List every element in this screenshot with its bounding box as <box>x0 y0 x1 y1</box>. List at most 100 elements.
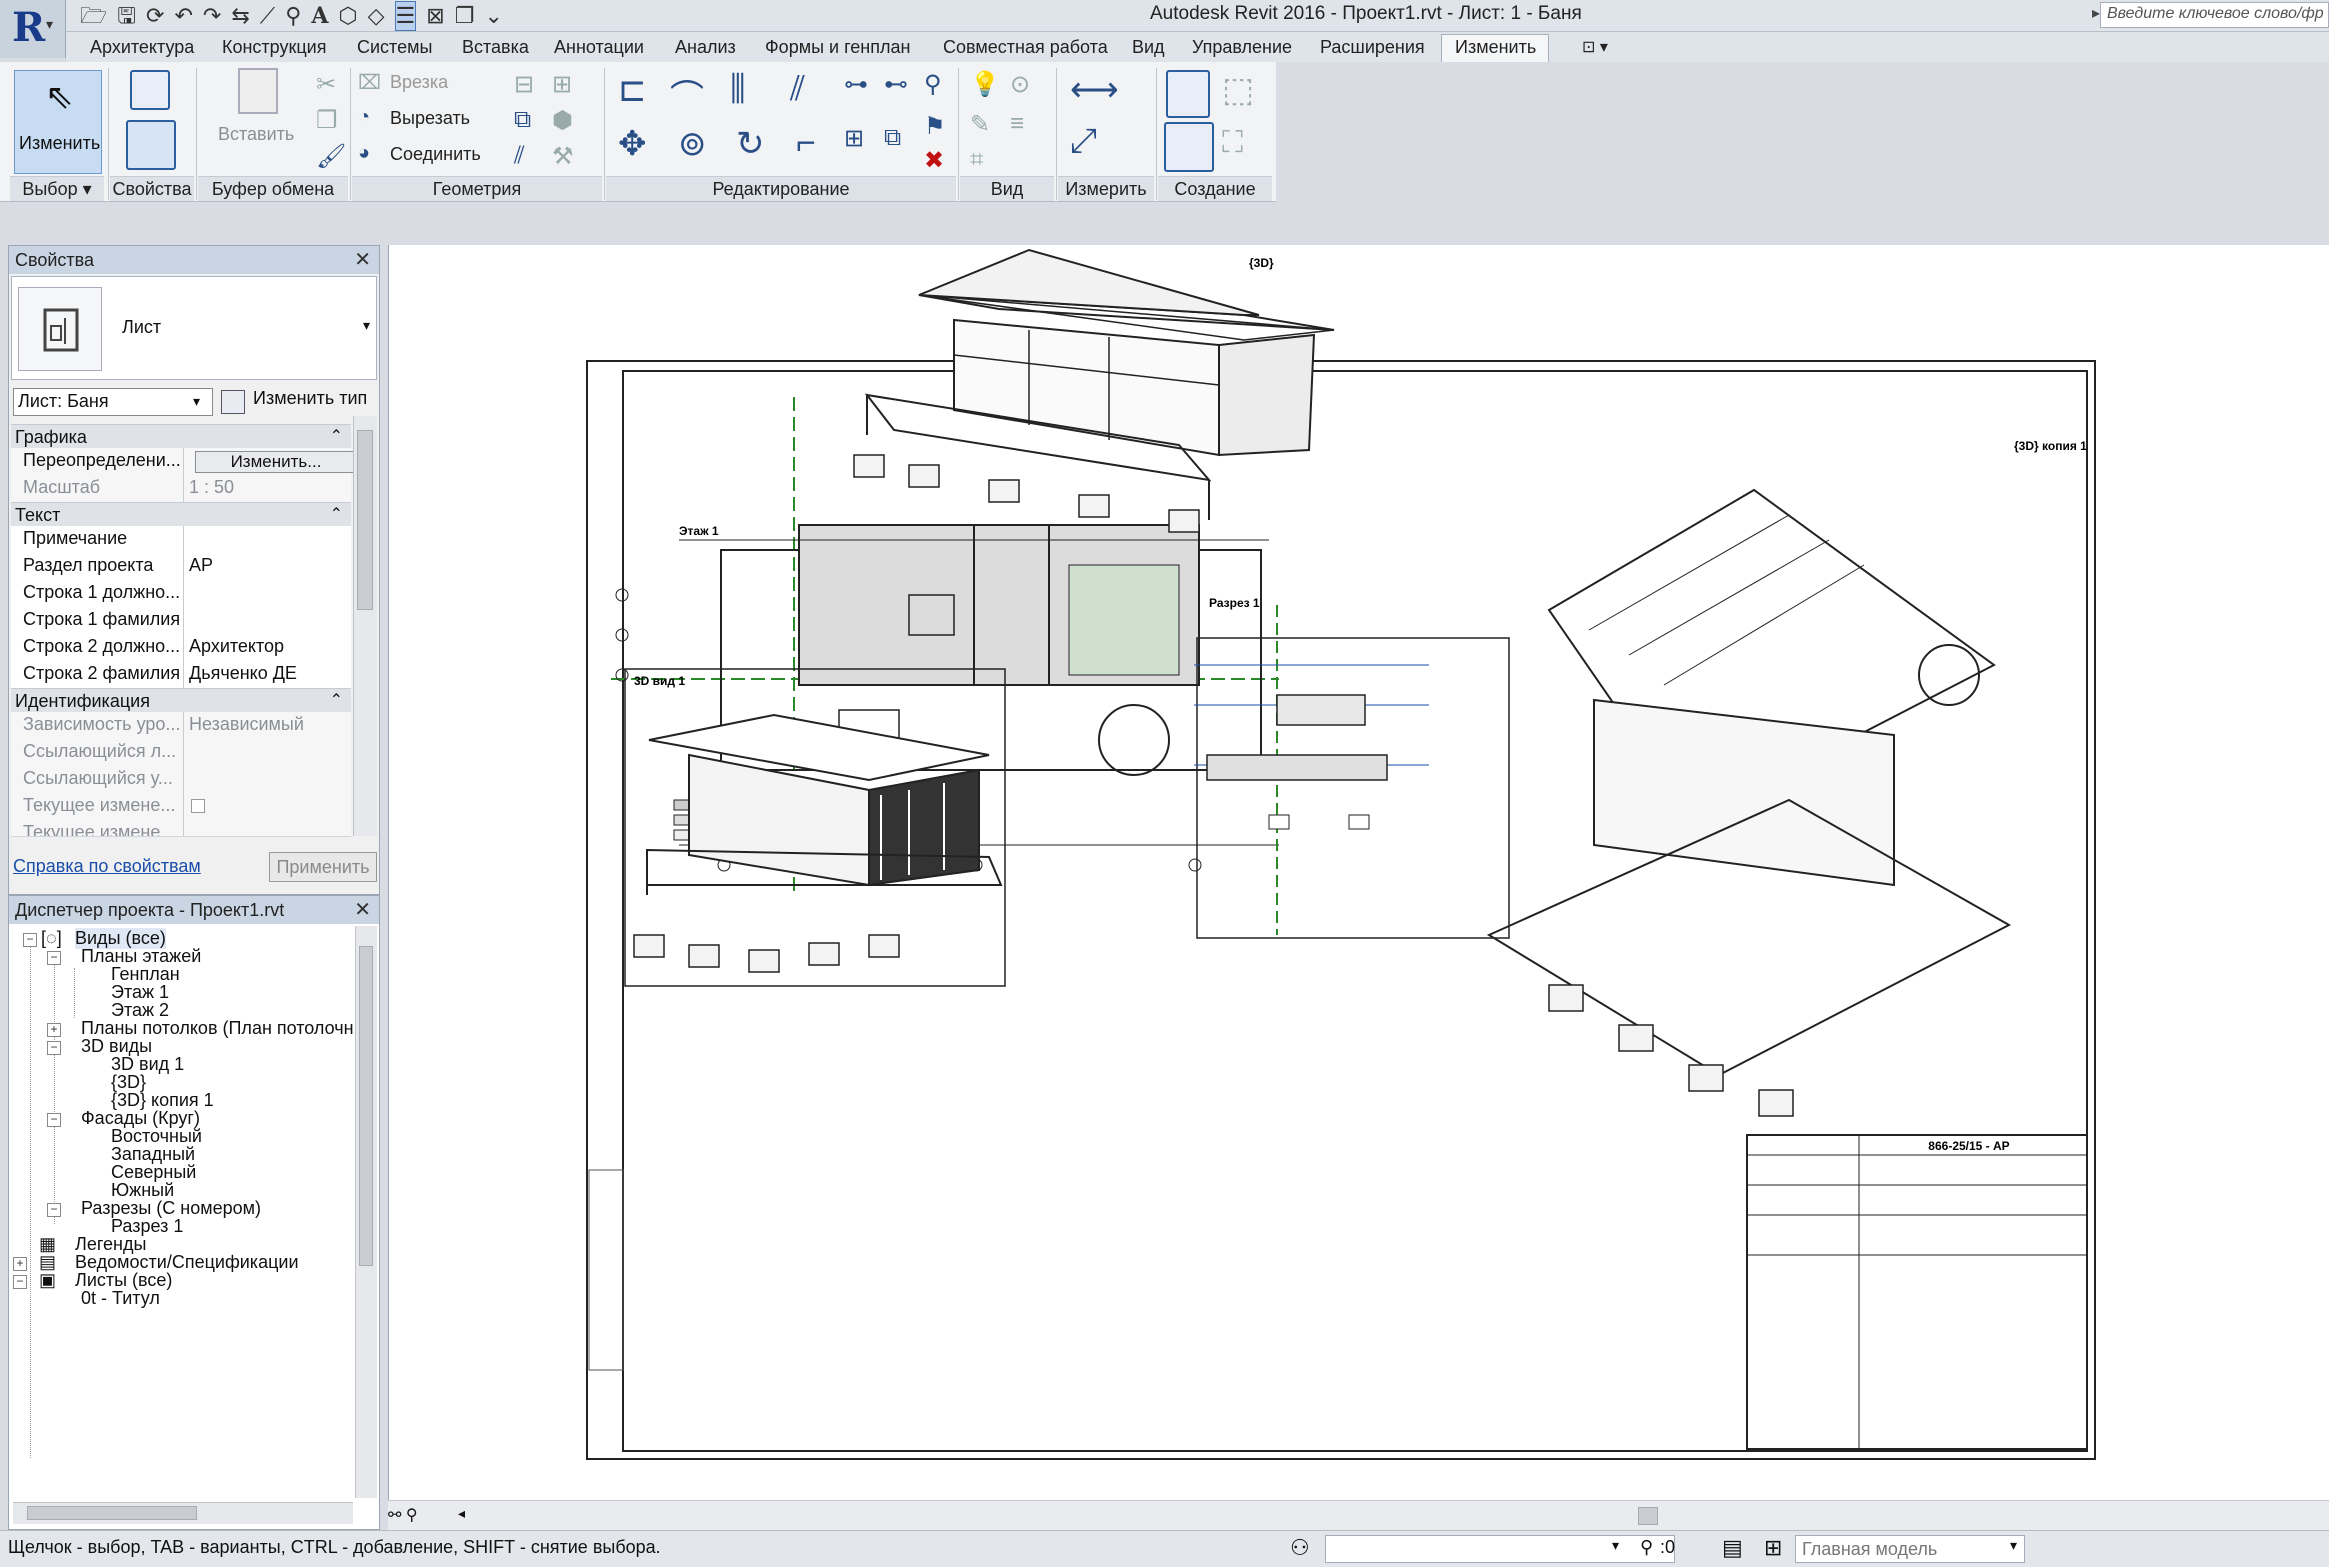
editable-only-icon[interactable]: ▤ <box>1722 1535 1743 1561</box>
paste-icon[interactable] <box>238 68 278 114</box>
sheet-drawing[interactable]: Этаж 1 {3D} {3D} копия 1 Разрез 1 3D вид… <box>389 245 2329 1500</box>
tab-massing-site[interactable]: Формы и генплан <box>765 37 910 58</box>
tab-addins[interactable]: Расширения <box>1320 37 1425 58</box>
line-pattern-icon[interactable]: ≡ <box>1010 110 1024 138</box>
chevron-down-icon[interactable]: ▾ <box>193 393 200 410</box>
wall-joins-icon[interactable]: ⊟ <box>514 70 534 99</box>
close-icon[interactable]: ✕ <box>354 896 371 924</box>
chevron-down-icon[interactable]: ▾ <box>1612 1537 1619 1554</box>
property-value[interactable]: Архитектор <box>189 636 349 657</box>
dimension-icon[interactable]: ⟋ <box>260 2 275 30</box>
panel-select-label[interactable]: Выбор ▾ <box>10 176 104 201</box>
edit-type-icon[interactable] <box>221 390 245 414</box>
modify-button[interactable]: ⇖ Изменить <box>14 70 102 174</box>
hammer-icon[interactable]: ⚒ <box>552 142 574 171</box>
chevron-down-icon[interactable]: ▾ <box>363 317 370 334</box>
join-button[interactable]: Соединить <box>390 144 481 165</box>
remove-paint-icon[interactable]: ⬢ <box>552 106 573 135</box>
tab-collaborate[interactable]: Совместная работа <box>943 37 1108 58</box>
demolish-icon[interactable]: ⊞ <box>552 70 572 99</box>
cut-geometry-icon[interactable]: ◔ <box>358 106 370 129</box>
undo-icon[interactable]: ↶ <box>174 2 192 30</box>
offset-icon[interactable]: ⌒ <box>670 70 704 119</box>
tree-item-title-sheet[interactable]: 0t - Титул <box>81 1288 160 1309</box>
pin-icon[interactable]: ⚲ <box>924 70 942 99</box>
cope-button[interactable]: Врезка <box>390 72 448 93</box>
tab-annotate[interactable]: Аннотации <box>554 37 644 58</box>
group-graphics[interactable]: Графика ⌃ <box>11 424 351 448</box>
tab-structure[interactable]: Конструкция <box>222 37 326 58</box>
split-icon[interactable]: ⊶ <box>844 70 868 99</box>
apply-button[interactable]: Применить <box>269 852 377 882</box>
ribbon-minimize-icon[interactable]: ⊡ ▾ <box>1582 37 1608 57</box>
close-hidden-icon[interactable]: ⊠ <box>426 2 444 30</box>
view-control-icon[interactable]: ⚯ ⚲ <box>388 1505 418 1525</box>
property-row[interactable]: Строка 2 должно... Архитектор <box>11 634 351 662</box>
property-row[interactable]: Строка 1 фамилия <box>11 607 351 635</box>
group-icon[interactable]: ⛶ <box>1222 126 1243 160</box>
tab-insert[interactable]: Вставка <box>462 37 529 58</box>
tab-architecture[interactable]: Архитектура <box>90 37 194 58</box>
trim-icon[interactable]: ⌐ <box>796 124 816 163</box>
tab-manage[interactable]: Управление <box>1192 37 1292 58</box>
copy-clip-icon[interactable]: ❐ <box>316 106 338 135</box>
workset-icon[interactable]: ⚇ <box>1290 1535 1310 1561</box>
collapse-toggle[interactable]: − <box>13 1275 27 1289</box>
group-identity[interactable]: Идентификация ⌃ <box>11 688 351 712</box>
property-row[interactable]: Строка 1 должно... <box>11 580 351 608</box>
mirror-draw-icon[interactable]: ⫽ <box>790 70 805 109</box>
override-icon[interactable]: ⌗ <box>970 146 984 174</box>
delete-icon[interactable]: ✖ <box>924 146 944 175</box>
paint-icon[interactable]: ⫽ <box>514 142 525 170</box>
property-row[interactable]: Примечание <box>11 526 351 554</box>
visibility-icon[interactable]: ⊙ <box>1010 70 1030 99</box>
tab-view[interactable]: Вид <box>1132 37 1165 58</box>
canvas-scrollbar[interactable]: ⚯ ⚲ ◂ <box>388 1500 2329 1530</box>
tag-icon[interactable]: ⚲ <box>285 2 301 30</box>
create-assembly-icon[interactable] <box>1166 70 1210 118</box>
unpin-icon[interactable]: ⚑ <box>924 112 946 141</box>
browser-hscrollbar[interactable] <box>13 1502 353 1524</box>
search-expand-icon[interactable]: ▸ <box>2092 3 2100 23</box>
revision-checkbox[interactable] <box>191 799 205 813</box>
collapse-toggle[interactable]: − <box>47 1203 61 1217</box>
chevron-down-icon[interactable]: ▾ <box>2010 1537 2017 1554</box>
split-gap-icon[interactable]: ⊷ <box>884 70 908 99</box>
rotate-icon[interactable]: ↻ <box>736 124 765 164</box>
scroll-thumb[interactable] <box>1638 1507 1658 1525</box>
application-menu-button[interactable]: R ▾ <box>0 0 66 58</box>
edit-type-button[interactable]: Изменить тип <box>253 388 367 409</box>
scroll-left-icon[interactable]: ◂ <box>458 1505 465 1522</box>
design-option-select[interactable]: Главная модель <box>1795 1535 2025 1563</box>
collapse-toggle[interactable]: − <box>23 933 37 947</box>
linework-icon[interactable]: ✎ <box>970 110 990 139</box>
3d-view-icon[interactable]: ⬡ <box>338 2 357 30</box>
move-icon[interactable]: ✥ <box>618 124 647 164</box>
aligned-dimension-icon[interactable]: ⤢ <box>1070 122 1097 161</box>
array-icon[interactable]: ⊞ <box>844 124 864 153</box>
design-options-icon[interactable]: ⊞ <box>1764 1535 1782 1561</box>
expand-toggle[interactable]: + <box>47 1023 61 1037</box>
thin-lines-icon[interactable]: ☰ <box>394 1 417 31</box>
scroll-thumb[interactable] <box>27 1506 197 1520</box>
vg-overrides-edit-button[interactable]: Изменить... <box>195 451 357 473</box>
mirror-axis-icon[interactable]: ⫼ <box>730 70 746 109</box>
save-icon[interactable]: 🖫 <box>117 2 136 30</box>
customize-qat-icon[interactable]: ⌄ <box>484 2 502 30</box>
type-properties-icon[interactable] <box>130 70 170 110</box>
text-icon[interactable]: A <box>311 2 328 30</box>
match-properties-icon[interactable]: 🖌 <box>316 142 346 171</box>
type-selector[interactable]: Лист ▾ <box>11 276 377 380</box>
tab-systems[interactable]: Системы <box>357 37 432 58</box>
workset-select[interactable] <box>1325 1535 1675 1563</box>
create-parts-icon[interactable] <box>1164 122 1214 172</box>
copy-icon[interactable]: ⊚ <box>678 124 707 164</box>
collapse-toggle[interactable]: − <box>47 1113 61 1127</box>
title-block[interactable]: 866-25/15 - АР <box>1746 1134 2088 1450</box>
scale-icon[interactable]: ⧉ <box>884 124 901 152</box>
open-icon[interactable]: 🗁 <box>80 2 107 30</box>
align-icon[interactable]: ⊏ <box>618 70 647 110</box>
cut-geometry-button[interactable]: Вырезать <box>390 108 470 129</box>
hide-bulb-icon[interactable]: 💡 <box>970 70 1000 99</box>
join-icon[interactable]: ◕ <box>358 142 370 165</box>
